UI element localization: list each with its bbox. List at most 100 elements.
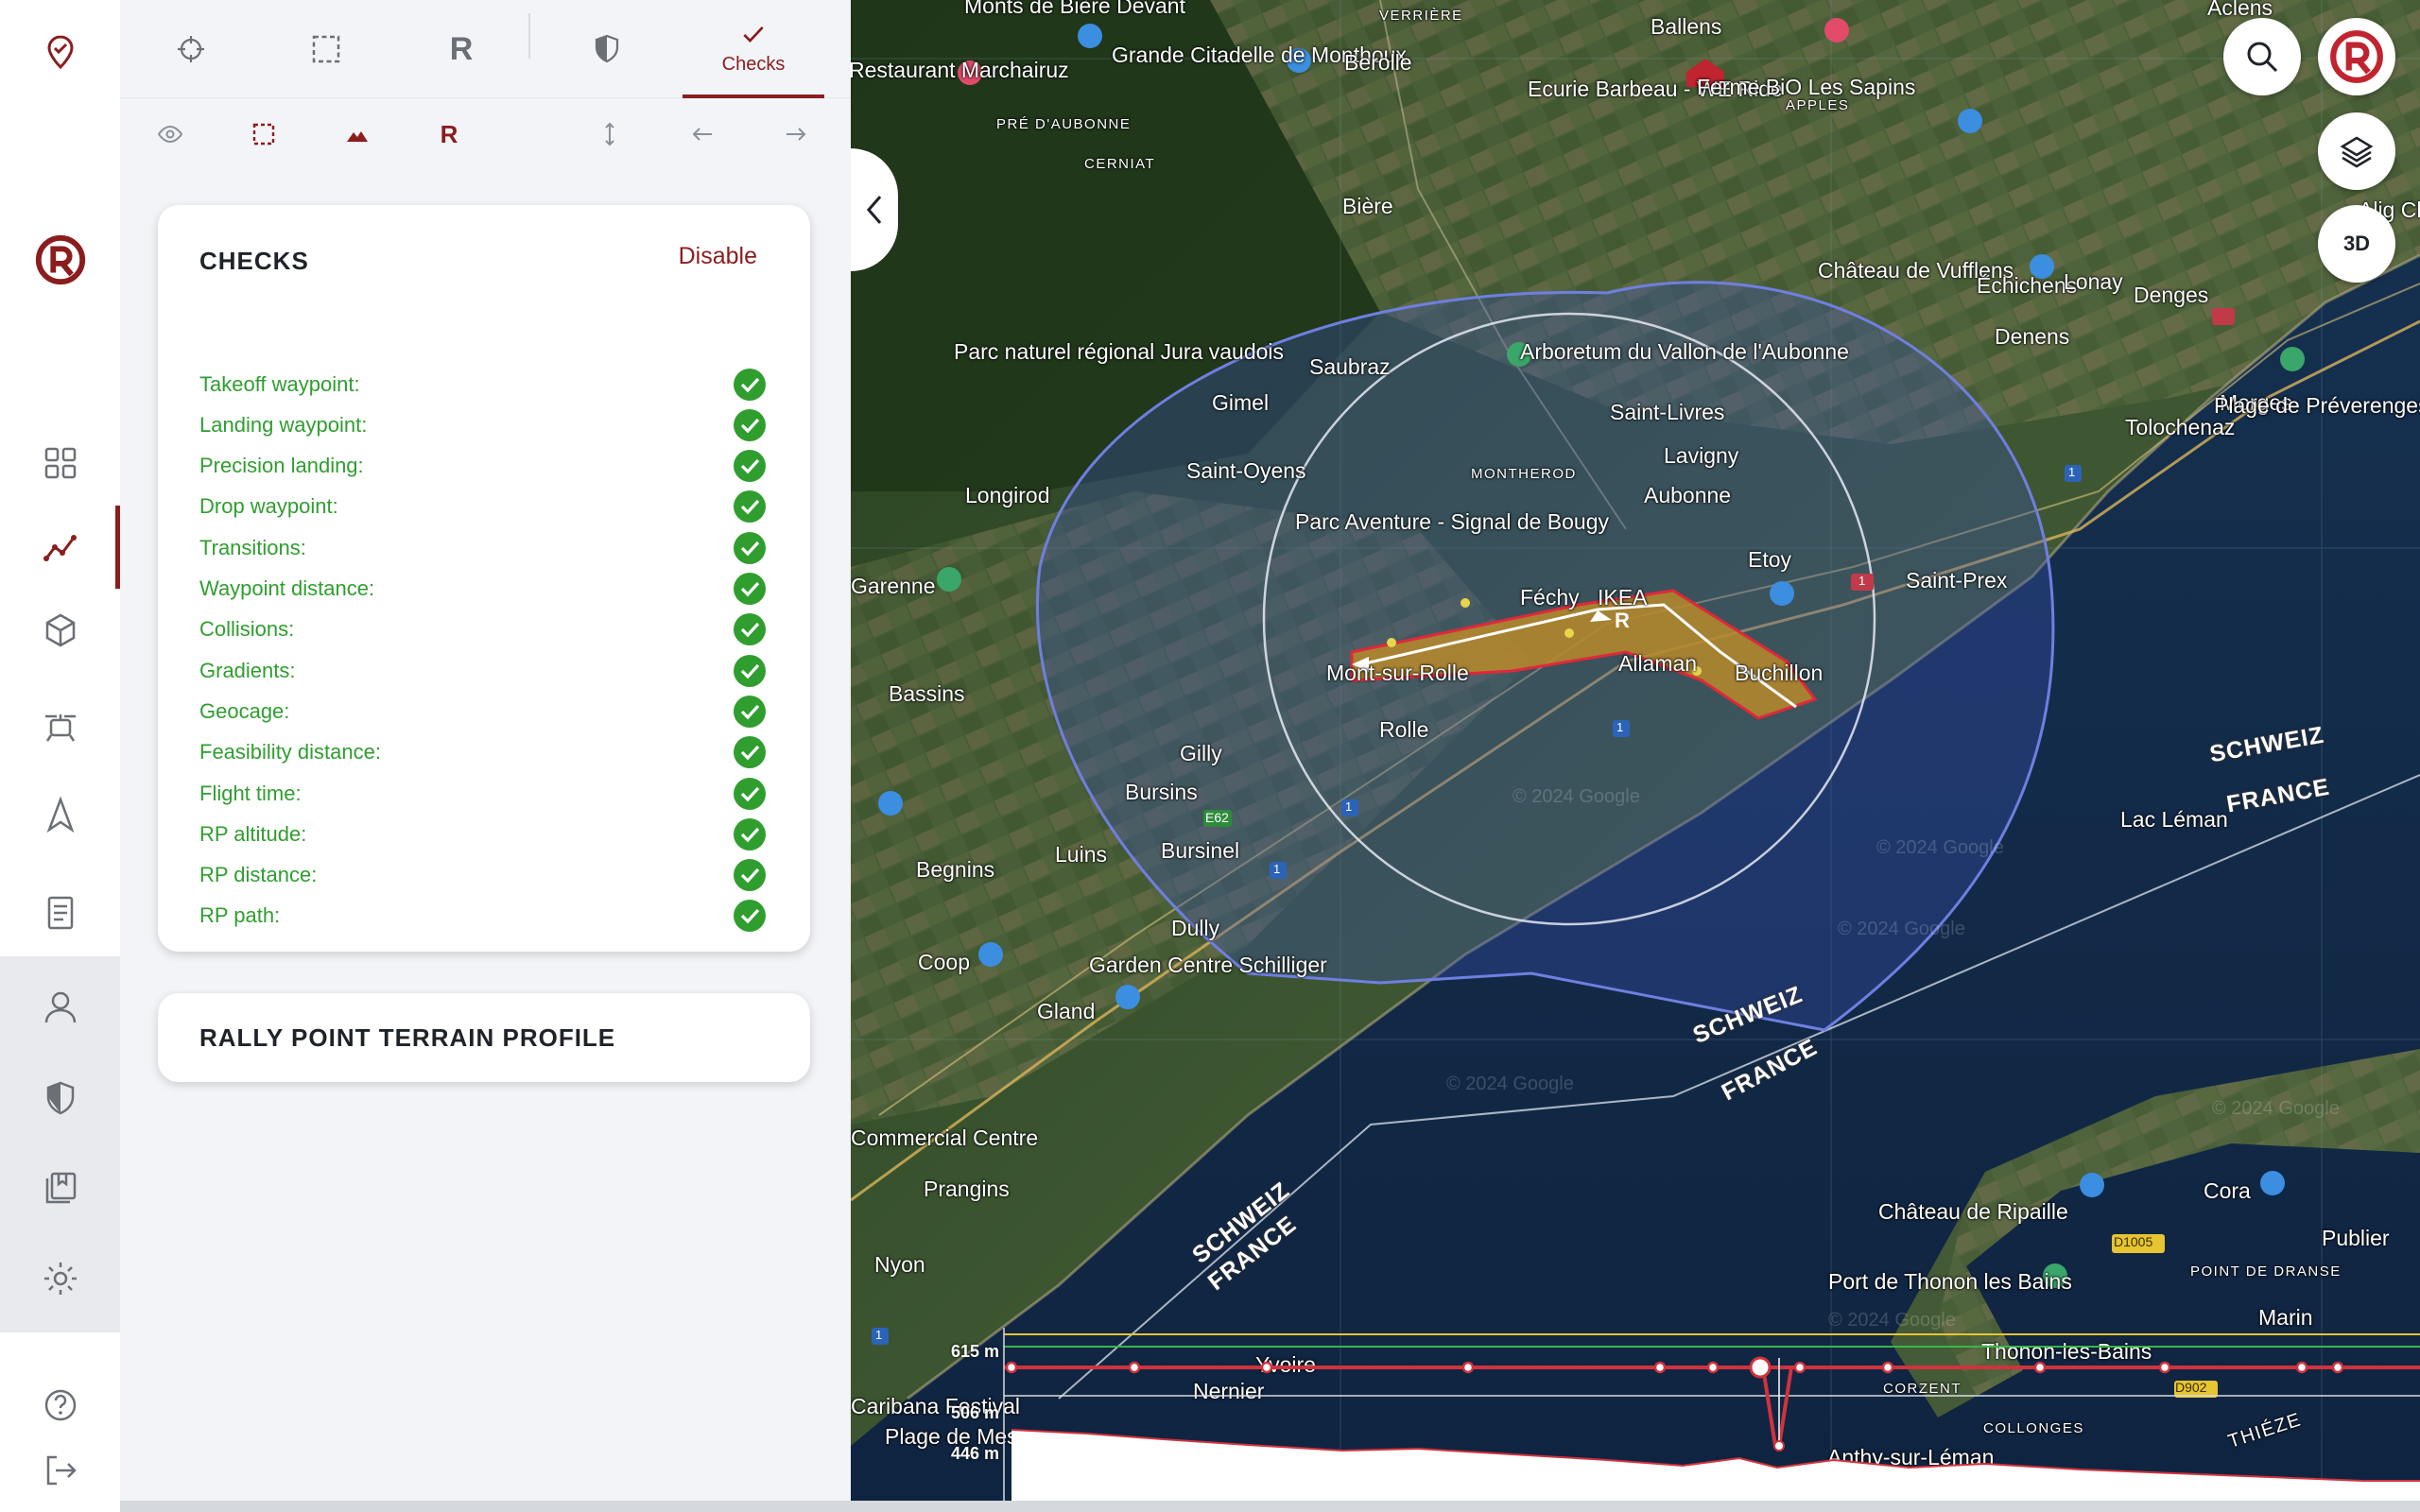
place-label: Rolle [1379,717,1429,742]
terrain-profile-card[interactable]: RALLY POINT TERRAIN PROFILE [158,993,810,1082]
tab-rally-points[interactable]: R [390,0,532,98]
navigation-icon[interactable] [0,777,120,852]
check-label: Transitions: [199,535,306,559]
terrain-profile-title: RALLY POINT TERRAIN PROFILE [199,1023,616,1052]
place-label: Garenne [851,574,936,598]
check-ok-icon [734,408,766,441]
eye-icon [157,125,183,144]
check-row: Takeoff waypoint: [199,364,767,404]
help-icon[interactable] [0,1367,120,1443]
cube-icon[interactable] [0,593,120,668]
check-ok-icon [734,450,766,483]
road-number: 1 [1616,720,1624,734]
place-label: Lonay [2064,269,2123,294]
map-watermark: © 2024 Google [2212,1098,2340,1119]
check-label: Feasibility distance: [199,740,381,765]
check-ok-icon [734,613,766,646]
check-row: RP altitude: [199,814,767,854]
road-number: 1 [1345,799,1353,814]
check-label: Gradients: [199,658,296,682]
map-logo-button[interactable] [2318,18,2395,95]
road-number: 1 [1273,862,1281,876]
place-label: Gimel [1212,390,1270,415]
check-ok-icon [734,859,766,892]
satellite-imagery: R [851,0,2420,1501]
tab-waypoints[interactable] [120,0,262,98]
dashboard-icon[interactable] [0,425,120,501]
tab-safety[interactable] [536,0,678,98]
place-label: Port de Thonon les Bains [1828,1269,2072,1294]
layers-icon [2340,136,2374,168]
shield-icon[interactable] [0,1060,120,1136]
shield-icon [595,34,619,63]
place-label: Etoy [1748,547,1792,572]
nav-rail [0,0,120,1512]
check-row: Transitions: [199,527,767,568]
map-watermark: © 2024 Google [1838,919,1965,939]
place-label: Saint-Livres [1610,400,1725,424]
terrain-toggle[interactable] [329,98,386,170]
check-row: Gradients: [199,650,767,691]
checks-title: CHECKS [199,247,309,275]
road-number: 1 [1858,574,1866,588]
layers-button[interactable] [2318,112,2395,190]
toggle-3d-button[interactable]: 3D [2318,205,2395,283]
place-label: Buchillon [1735,661,1824,685]
check-label: Waypoint distance: [199,576,375,600]
tab-geocage[interactable] [255,0,397,98]
check-label: RP path: [199,903,281,928]
altitude-button[interactable] [581,98,638,170]
map-watermark: © 2024 Google [1876,837,2004,858]
place-label: Bursins [1125,780,1198,804]
user-icon[interactable] [0,970,120,1045]
check-ok-icon [734,900,766,933]
map-view[interactable]: R Monts de Bière Devant Grande Citadelle … [851,0,2420,1501]
previous-button[interactable] [674,98,731,170]
disable-button[interactable]: Disable [679,243,757,270]
visibility-toggle[interactable] [142,98,199,170]
check-ok-icon [734,368,766,401]
next-button[interactable] [768,98,824,170]
horizontal-scrollbar[interactable] [120,1501,2420,1512]
place-label: Parc Aventure - Signal de Bougy [1295,509,1610,534]
place-label: Prangins [924,1177,1010,1201]
check-label: Drop waypoint: [199,494,338,519]
place-label: Publier [2322,1226,2390,1250]
place-label: Aclens [2207,0,2273,20]
place-label: Gilly [1180,741,1222,765]
place-label: Lavigny [1664,443,1739,468]
toolbar-divider [528,13,530,59]
flight-path-icon[interactable] [0,509,120,585]
terrain-icon [347,131,368,142]
drone-icon[interactable] [0,690,120,765]
tab-checks[interactable]: Checks [683,0,824,98]
place-label: Dully [1171,916,1220,940]
arrow-right-icon [786,128,806,141]
road-number: 1 [2068,465,2076,479]
logout-icon[interactable] [0,1433,120,1508]
check-row: Landing waypoint: [199,404,767,445]
rally-r-label: R [440,119,458,148]
terrain-profile-chart[interactable]: 615 m 506 m 446 m [851,1318,2420,1501]
place-label: Begnins [916,857,995,882]
mission-panel: R Checks R CHECKS Disable Takeoff waypoi… [120,0,851,1501]
document-icon[interactable] [0,875,120,951]
selection-icon [252,123,275,146]
check-row: RP path: [199,896,767,936]
library-icon[interactable] [0,1150,120,1226]
check-label: Precision landing: [199,454,364,478]
place-label: Monts de Bière Devant [964,0,1185,18]
crosshair-icon [178,36,204,62]
map-search-button[interactable] [2223,18,2301,95]
place-label: MONTHEROD [1471,466,1577,482]
place-label: Restaurant Marchairuz [851,58,1069,82]
place-label: Cora [2204,1178,2251,1203]
settings-icon[interactable] [0,1241,120,1316]
selection-icon [312,35,340,63]
place-label: Aubonne [1644,483,1732,507]
geocage-toggle[interactable] [235,98,292,170]
location-pin-icon[interactable] [0,14,120,90]
place-label: Saint-Oyens [1186,458,1306,483]
rally-toggle[interactable]: R [421,98,477,170]
rally-point-marker: R [1615,609,1630,632]
